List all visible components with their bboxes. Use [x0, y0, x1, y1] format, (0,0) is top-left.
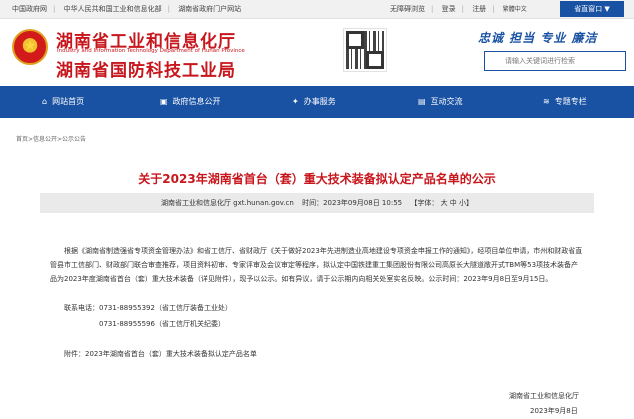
- layers-icon: ≋: [543, 97, 550, 106]
- handshake-icon: ✦: [292, 97, 299, 106]
- attachment-link[interactable]: 附件：2023年湖南省首台（套）重大技术装备拟认定产品名单: [64, 349, 257, 359]
- accessibility-link[interactable]: 无障碍浏览: [390, 5, 425, 13]
- document-icon: ▣: [160, 97, 168, 106]
- font-size-switcher[interactable]: 【字体： 大 中 小】: [410, 199, 473, 207]
- portal-dropdown-button[interactable]: 省直窗口 ▼: [560, 1, 624, 17]
- contact-line-1: 联系电话：0731-88955392（省工信厅装备工业处）: [64, 303, 232, 313]
- contact-label: 联系电话：: [64, 304, 99, 312]
- slogan: 忠诚 担当 专业 廉洁: [478, 31, 598, 45]
- contact-phone-1: 0731-88955392（省工信厅装备工业处）: [99, 304, 232, 312]
- nav-interaction[interactable]: ▤ 互动交流: [418, 86, 463, 118]
- external-links: 中国政府网 | 中华人民共和国工业和信息化部 | 湖南省政府门户网站: [12, 5, 242, 13]
- chat-icon: ▤: [418, 97, 426, 106]
- site-title-secondary[interactable]: 湖南省国防科技工业局: [56, 56, 236, 81]
- language-toggle[interactable]: 繁體中文: [503, 6, 527, 13]
- signature-date: 2023年9月8日: [530, 407, 578, 415]
- national-emblem-icon: [12, 29, 48, 65]
- link-miit[interactable]: 中华人民共和国工业和信息化部: [64, 5, 162, 13]
- login-link[interactable]: 登录: [442, 5, 456, 13]
- nav-label: 网站首页: [52, 97, 85, 106]
- link-gov-cn[interactable]: 中国政府网: [12, 5, 47, 13]
- link-hunan-gov[interactable]: 湖南省政府门户网站: [178, 5, 241, 13]
- nav-gov-info[interactable]: ▣ 政府信息公开: [160, 86, 221, 118]
- site-header: 湖南省工业和信息化厅 Industry and Information Tech…: [0, 19, 634, 86]
- article-paragraph: 根据《湖南省制造强省专项资金管理办法》和省工信厅、省财政厅《关于做好2023年先…: [50, 244, 584, 286]
- main-nav: ⌂ 网站首页 ▣ 政府信息公开 ✦ 办事服务 ▤ 互动交流 ≋ 专题专栏: [0, 86, 634, 118]
- nav-label: 办事服务: [303, 97, 336, 106]
- nav-label: 政府信息公开: [172, 97, 221, 106]
- nav-label: 专题专栏: [554, 97, 587, 106]
- contact-phone-2: 0731-88955596（省工信厅机关纪委）: [99, 320, 225, 328]
- breadcrumb[interactable]: 首页>信息公开>公示公告: [16, 134, 86, 143]
- nav-label: 互动交流: [430, 97, 463, 106]
- home-icon: ⌂: [42, 97, 48, 106]
- nav-topics[interactable]: ≋ 专题专栏: [543, 86, 587, 118]
- article-title: 关于2023年湖南省首台（套）重大技术装备拟认定产品名单的公示: [138, 172, 496, 186]
- paragraph-text: 根据《湖南省制造强省专项资金管理办法》和省工信厅、省财政厅《关于做好2023年先…: [50, 247, 583, 283]
- user-links: 无障碍浏览 | 登录 | 注册 | 繁體中文: [390, 5, 527, 13]
- search-input[interactable]: 请输入关键词进行检索: [484, 51, 626, 71]
- top-utility-bar: 中国政府网 | 中华人民共和国工业和信息化部 | 湖南省政府门户网站 无障碍浏览 | …: [0, 0, 634, 19]
- article-source: 湖南省工业和信息化厅 gxt.hunan.gov.cn: [160, 199, 294, 207]
- article-meta-bar: 湖南省工业和信息化厅 gxt.hunan.gov.cn 时间：2023年09月0…: [40, 193, 594, 213]
- site-title-english: Industry and Information Technology Depa…: [57, 48, 245, 54]
- register-link[interactable]: 注册: [472, 5, 486, 13]
- signature-org: 湖南省工业和信息化厅: [509, 392, 579, 400]
- nav-home[interactable]: ⌂ 网站首页: [42, 86, 84, 118]
- article-time: 时间：2023年09月08日 10:55: [302, 199, 403, 207]
- nav-services[interactable]: ✦ 办事服务: [292, 86, 336, 118]
- qr-code-icon: [343, 28, 387, 72]
